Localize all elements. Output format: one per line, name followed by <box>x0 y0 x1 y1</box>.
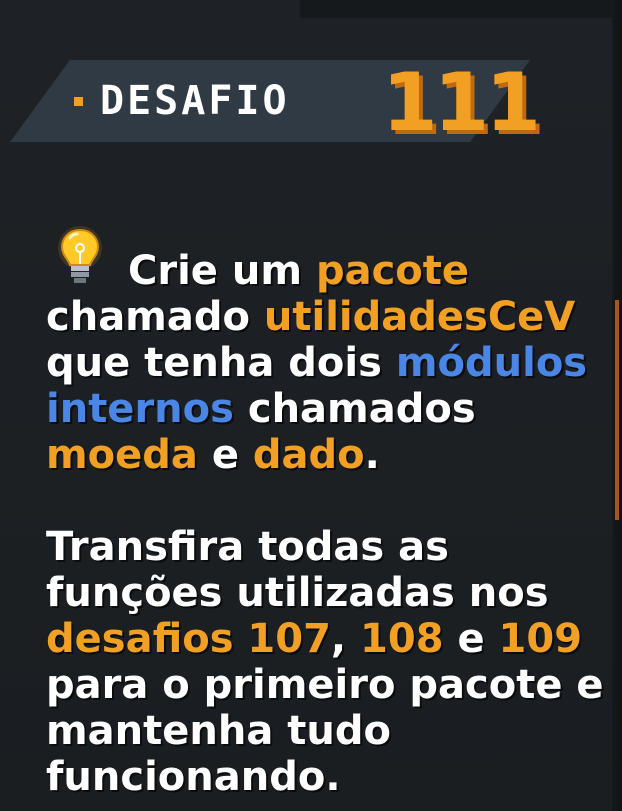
text-segment: chamados <box>233 386 476 432</box>
highlight-109: 109 <box>498 616 583 662</box>
bullet-icon <box>74 97 83 106</box>
text-segment: Crie um <box>128 248 316 294</box>
desc-line: internos chamados <box>46 386 606 432</box>
highlight-package-name: utilidadesCeV <box>263 294 576 340</box>
text-segment: chamado <box>46 294 264 340</box>
highlight-pacote: pacote <box>315 248 470 294</box>
text-segment: , <box>330 616 361 662</box>
desc-line: mantenha tudo <box>46 708 391 754</box>
text-segment: e <box>443 616 499 662</box>
desc-line: funcionando. <box>46 754 341 800</box>
highlight-internos: internos <box>46 386 234 432</box>
text-segment: que tenha dois <box>46 340 396 386</box>
highlight-dado: dado <box>252 432 365 478</box>
desc-line: moeda e dado. <box>46 432 606 478</box>
highlight-modulos: módulos <box>395 340 588 386</box>
challenge-number: 111 <box>382 56 541 149</box>
highlight-108: 108 <box>360 616 444 662</box>
desc-line: desafios 107, 108 e 109 <box>46 616 606 662</box>
top-shade <box>300 0 622 18</box>
highlight-desafios: desafios 107 <box>46 616 331 662</box>
desc-line: chamado utilidadesCeV <box>46 294 606 340</box>
text-segment: e <box>197 432 253 478</box>
desc-line: que tenha dois módulos <box>46 340 606 386</box>
desc-line: funções utilizadas nos <box>46 570 549 616</box>
challenge-header: DESAFIO 111 <box>10 60 541 144</box>
challenge-description: Crie um pacote chamado utilidadesCeV que… <box>46 248 606 800</box>
desc-line: Crie um pacote <box>46 248 606 294</box>
desc-line: Transfira todas as <box>46 524 449 570</box>
text-segment: . <box>364 432 380 478</box>
challenge-label: DESAFIO <box>100 78 290 124</box>
desc-line: para o primeiro pacote e <box>46 662 604 708</box>
highlight-moeda: moeda <box>46 432 198 478</box>
right-accent-bar <box>615 300 619 520</box>
